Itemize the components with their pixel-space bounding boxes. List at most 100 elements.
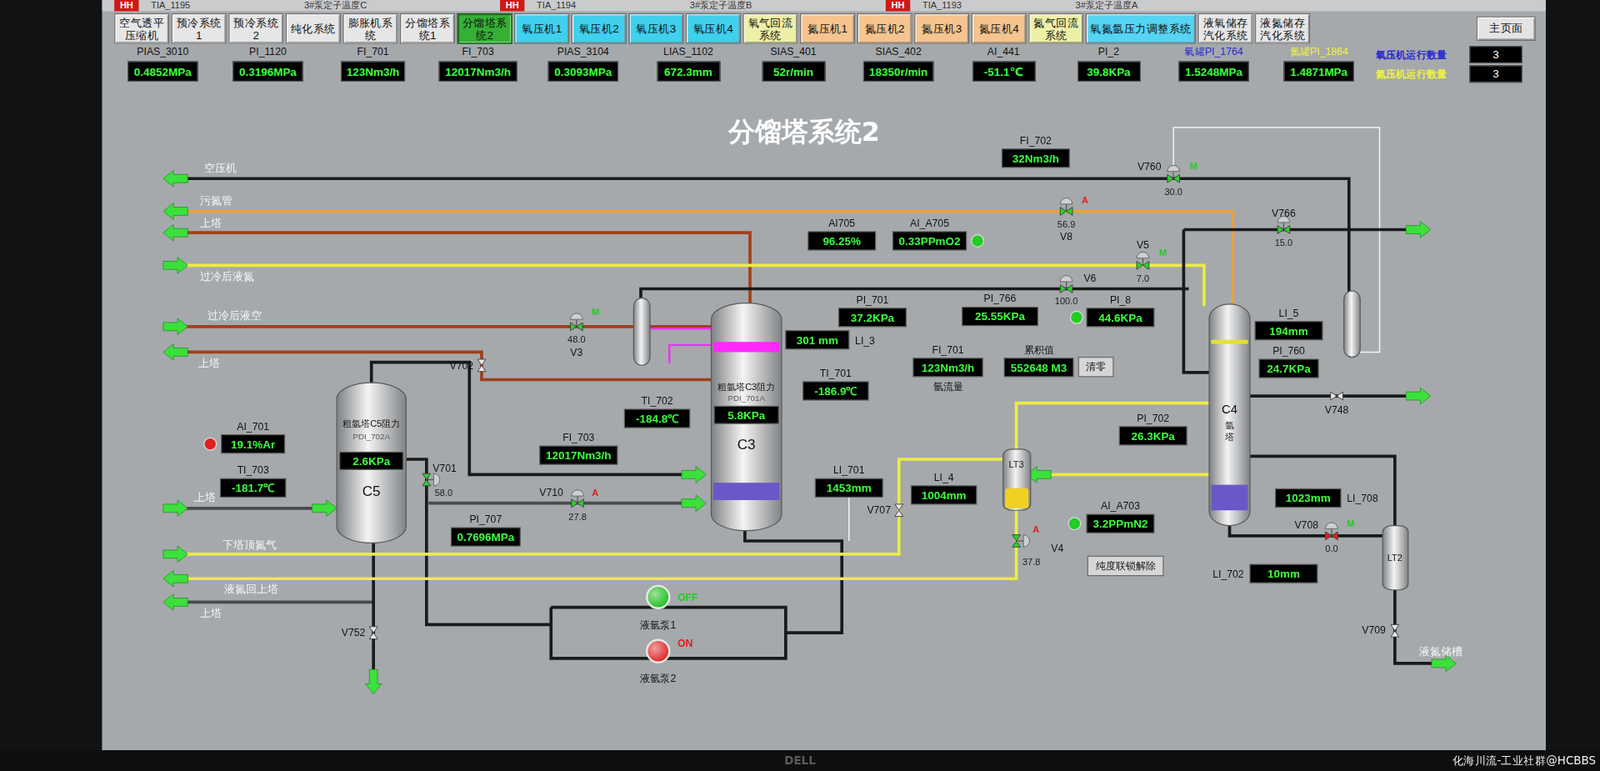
valve-position: 58.0 bbox=[435, 487, 453, 498]
tank-level bbox=[1005, 488, 1029, 509]
gauge-value: 25.55KPa bbox=[975, 310, 1025, 323]
column-name: C4 bbox=[1221, 402, 1238, 416]
nav-tab[interactable]: 氧气回流系统 bbox=[742, 12, 798, 44]
valve-position: 48.0 bbox=[567, 334, 585, 345]
nav-bar: 空气透平压缩机预冷系统1预冷系统2纯化系统膨胀机系统分馏塔系统1分馏塔系统2氧压… bbox=[101, 10, 1546, 45]
reading-label: PI_2 bbox=[1098, 45, 1120, 59]
valve-icon bbox=[1136, 260, 1150, 270]
gauge-box bbox=[910, 485, 976, 505]
alarm-item[interactable]: HHTIA_11933#泵定子温度A bbox=[885, 0, 1272, 11]
reading: LIAS_1102672.3mm bbox=[635, 45, 741, 82]
gauge-value: -184.8℃ bbox=[635, 412, 680, 425]
nav-tab[interactable]: 氮压机1 bbox=[800, 12, 855, 44]
flow-arrow-icon bbox=[163, 344, 188, 361]
nav-tab[interactable]: 氧压机1 bbox=[514, 12, 570, 44]
valve[interactable]: V76615.0 bbox=[1271, 207, 1296, 249]
valve[interactable]: V4A37.8 bbox=[1012, 524, 1065, 567]
nav-tab[interactable]: 分馏塔系统2 bbox=[457, 12, 513, 44]
gauge: 32Nm3/hFI_702 bbox=[1001, 135, 1070, 168]
valve-icon bbox=[571, 499, 585, 508]
alarm-item[interactable]: HHTIA_11943#泵定子温度B bbox=[500, 0, 886, 11]
valve[interactable]: V707 bbox=[866, 504, 903, 517]
valve-mode: A bbox=[1081, 195, 1089, 205]
counter: 氧压机运行数量3 bbox=[1375, 45, 1523, 64]
reading: PIAS_31040.3093MPa bbox=[530, 45, 636, 82]
actuator-icon bbox=[1060, 198, 1073, 205]
nav-tab[interactable]: 氧压机4 bbox=[685, 12, 741, 44]
tank-label: LT2 bbox=[1387, 552, 1403, 563]
valve[interactable]: V709 bbox=[1361, 624, 1399, 637]
gauge-tag: TI_702 bbox=[641, 395, 674, 407]
actuator-icon bbox=[570, 313, 583, 320]
gauge-box bbox=[962, 307, 1039, 326]
valve[interactable]: V702 bbox=[450, 359, 486, 372]
gauge-box bbox=[540, 445, 618, 465]
nav-tab[interactable]: 氧氮氩压力调整系统 bbox=[1085, 12, 1196, 44]
gauge-tag: PI_707 bbox=[469, 513, 502, 525]
pipe bbox=[185, 506, 313, 510]
nav-tab[interactable]: 氮压机2 bbox=[857, 12, 913, 44]
nav-tab[interactable]: 预冷系统2 bbox=[228, 12, 284, 44]
nav-tab[interactable]: 纯化系统 bbox=[285, 12, 341, 44]
gauge-value: 123Nm3/h bbox=[921, 361, 975, 375]
pipe bbox=[185, 325, 712, 329]
diagram-button[interactable]: 纯度联锁解除 bbox=[1087, 555, 1164, 575]
nav-tab[interactable]: 液氧储存汽化系统 bbox=[1198, 12, 1254, 44]
gauge-tag: TI_701 bbox=[820, 367, 852, 380]
home-button[interactable]: 主页面 bbox=[1476, 15, 1536, 40]
valve[interactable]: V70158.0 bbox=[422, 462, 457, 498]
valve[interactable]: V5M7.0 bbox=[1136, 239, 1167, 284]
valve[interactable]: V708M0.0 bbox=[1294, 518, 1355, 555]
nav-tab[interactable]: 氧压机2 bbox=[571, 12, 627, 44]
valve[interactable]: V3M48.0 bbox=[567, 306, 600, 359]
valve[interactable]: V760M30.0 bbox=[1137, 160, 1198, 197]
pipe bbox=[848, 496, 850, 541]
gauge-value: 19.1%Ar bbox=[230, 438, 276, 451]
gauge-box bbox=[450, 527, 520, 546]
gauge-tag: LI_708 bbox=[1346, 492, 1379, 505]
valve[interactable]: V8A56.9 bbox=[1057, 195, 1089, 243]
flow-arrow-icon bbox=[163, 203, 188, 220]
valve[interactable]: V6100.0 bbox=[1055, 272, 1097, 306]
nav-tab[interactable]: 分馏塔系统1 bbox=[400, 12, 455, 44]
nav-tab[interactable]: 氮压机3 bbox=[914, 12, 970, 44]
reading-label: PIAS_3104 bbox=[557, 45, 610, 59]
valve-icon bbox=[1330, 391, 1344, 400]
valve-tag: V748 bbox=[1325, 404, 1350, 416]
valve-tag: V5 bbox=[1136, 239, 1150, 251]
alarm-item[interactable]: HHTIA_11953#泵定子温度C bbox=[114, 0, 500, 11]
reading-value: 0.4852MPa bbox=[128, 60, 199, 81]
pipe bbox=[745, 530, 842, 633]
gauge-tag: AI705 bbox=[828, 217, 855, 230]
nav-tab[interactable]: 膨胀机系统 bbox=[342, 12, 398, 44]
alarm-tag: TIA_1194 bbox=[524, 0, 690, 11]
column-band bbox=[1210, 340, 1248, 345]
nav-tab[interactable]: 预冷系统1 bbox=[171, 12, 227, 44]
valve[interactable]: V752 bbox=[341, 626, 378, 640]
valve-tag: V766 bbox=[1271, 207, 1296, 220]
valve-mode: A bbox=[591, 487, 599, 498]
pipe bbox=[405, 459, 551, 625]
pipe bbox=[185, 459, 1004, 555]
gauge: 44.6KPaPI_8 bbox=[1070, 294, 1154, 327]
nav-tab[interactable]: 氧压机3 bbox=[628, 12, 684, 44]
diagram-button[interactable]: 清零 bbox=[1078, 357, 1114, 377]
gauge-value: -186.9℃ bbox=[814, 385, 858, 398]
tank-body bbox=[1003, 449, 1031, 510]
nav-tab[interactable]: 氮压机4 bbox=[971, 12, 1027, 44]
pump[interactable]: OFF液氩泵1 bbox=[640, 585, 699, 631]
valve[interactable]: V748 bbox=[1325, 391, 1350, 416]
nav-tab[interactable]: 液氮储存汽化系统 bbox=[1255, 12, 1310, 44]
counter-label: 氮压机运行数量 bbox=[1375, 66, 1470, 81]
flow-arrow-icon bbox=[681, 466, 706, 484]
gauge-box bbox=[1001, 149, 1070, 168]
nav-tab[interactable]: 空气透平压缩机 bbox=[114, 12, 170, 44]
gauge: 552648 M3累积值 bbox=[1004, 344, 1074, 377]
counter-value: 3 bbox=[1469, 45, 1523, 64]
stream-label: 过冷后液空 bbox=[207, 309, 262, 322]
pump[interactable]: ON液氩泵2 bbox=[640, 637, 693, 685]
gauge-tag: LI_701 bbox=[833, 464, 865, 476]
nav-tab[interactable]: 氮气回流系统 bbox=[1028, 12, 1084, 44]
pipe bbox=[640, 289, 1190, 299]
valve[interactable]: V710A27.8 bbox=[539, 486, 599, 522]
